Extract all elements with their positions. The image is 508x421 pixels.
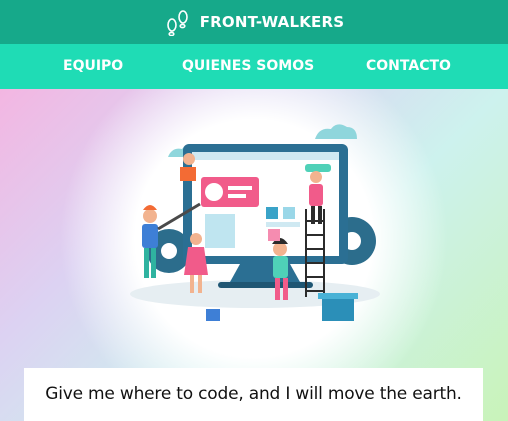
brand-name[interactable]: FRONT-WALKERS [200,13,345,31]
person-icon [180,153,196,181]
motto-banner: Give me where to code, and I will move t… [24,368,483,421]
footprints-icon[interactable] [164,8,192,36]
motto-text: Give me where to code, and I will move t… [45,384,462,404]
nav-item-quienes-somos[interactable]: QUIENES SOMOS [182,44,314,89]
main-navigation: EQUIPO QUIENES SOMOS CONTACTO [0,44,508,89]
site-header: FRONT-WALKERS [0,0,508,44]
nav-item-equipo[interactable]: EQUIPO [63,44,123,89]
nav-item-contacto[interactable]: CONTACTO [366,44,451,89]
